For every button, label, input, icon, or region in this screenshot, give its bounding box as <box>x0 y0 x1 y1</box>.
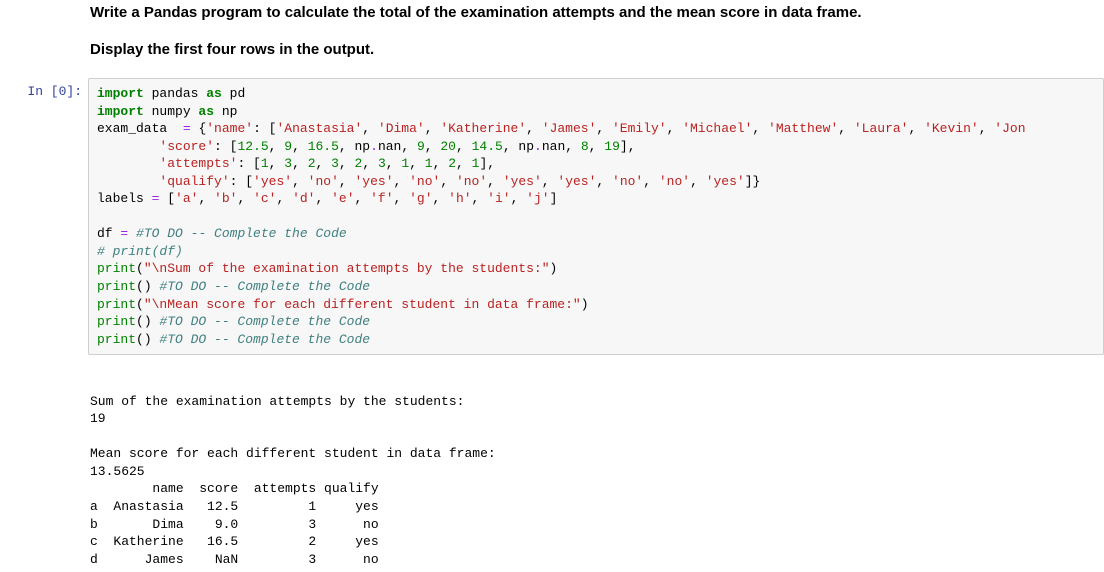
output-area: Sum of the examination attempts by the s… <box>88 359 1104 572</box>
problem-heading-1: Write a Pandas program to calculate the … <box>0 0 1104 25</box>
kw-import: import <box>97 104 144 119</box>
comment-printdf: # print(df) <box>97 244 183 259</box>
kw-as: as <box>198 104 214 119</box>
code-editor[interactable]: import pandas as pd import numpy as np e… <box>88 78 1104 355</box>
todo-comment: #TO DO -- Complete the Code <box>159 279 370 294</box>
code-cell: In [0]: import pandas as pd import numpy… <box>0 74 1104 359</box>
problem-heading-2: Display the first four rows in the outpu… <box>0 25 1104 74</box>
todo-comment: #TO DO -- Complete the Code <box>136 226 347 241</box>
todo-comment: #TO DO -- Complete the Code <box>159 332 370 347</box>
kw-import: import <box>97 86 144 101</box>
input-prompt: In [0]: <box>0 78 88 99</box>
kw-as: as <box>206 86 222 101</box>
todo-comment: #TO DO -- Complete the Code <box>159 314 370 329</box>
